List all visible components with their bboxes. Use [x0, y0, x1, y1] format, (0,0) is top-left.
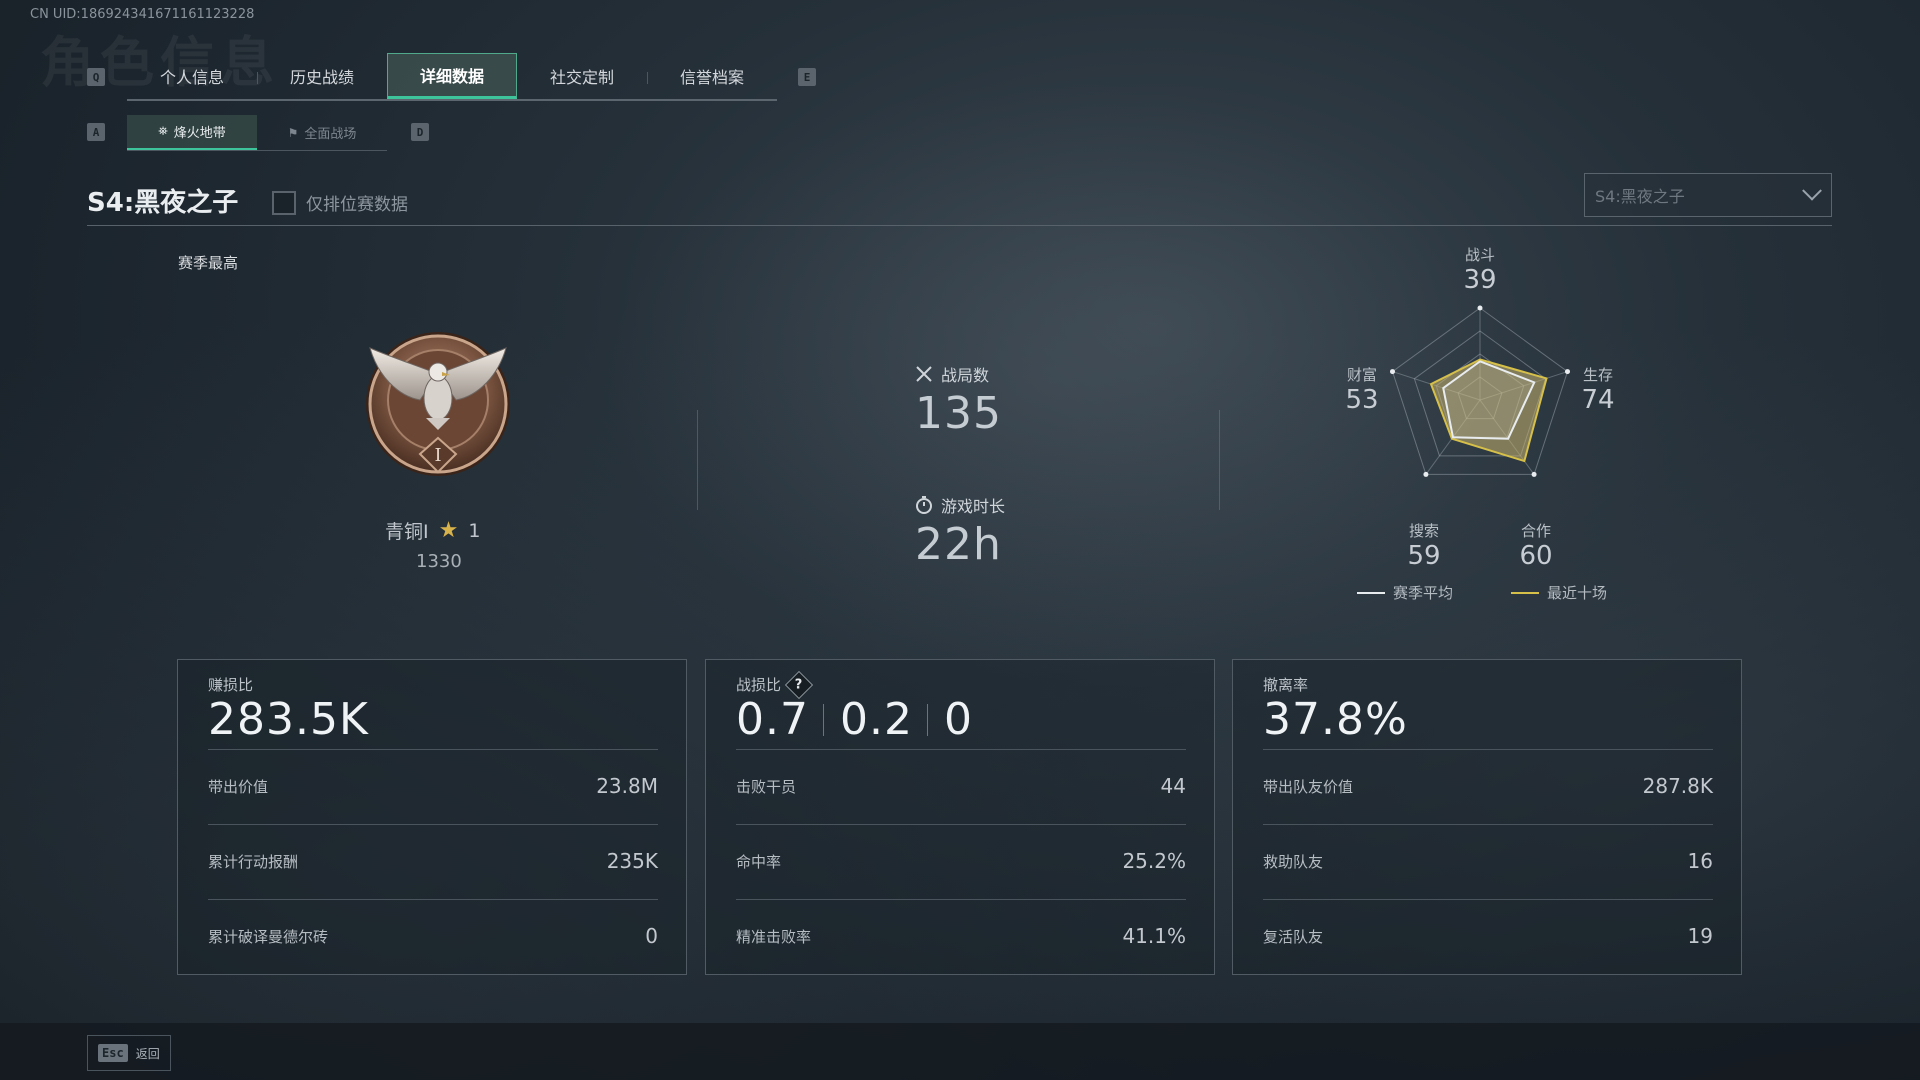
extraction-rate-card: 撤离率 37.8% 带出队友价值 287.8K 救助队友 16 复活队友 19: [1232, 659, 1742, 975]
rank-only-toggle[interactable]: 仅排位赛数据: [272, 190, 408, 215]
rank-only-label: 仅排位赛数据: [306, 195, 408, 215]
radar-label-survival: 生存 74: [1581, 366, 1615, 415]
season-best-label: 赛季最高: [178, 254, 239, 272]
section-divider: [1219, 410, 1220, 510]
radar-vertex-dot: [1531, 471, 1537, 477]
card-divider: [736, 824, 1186, 825]
mode-subtabs: ⛯ 烽火地带 ⚑ 全面战场: [127, 115, 387, 151]
satellite-icon: ⛯: [158, 124, 168, 138]
crossed-swords-icon: [916, 366, 932, 382]
tab-social-customize[interactable]: 社交定制: [517, 53, 647, 99]
radar-label-combat: 战斗 39: [1463, 246, 1497, 295]
playtime-value: 22h: [915, 519, 1002, 570]
card-row: 精准击败率 41.1%: [736, 924, 1186, 948]
legend-label: 赛季平均: [1393, 584, 1454, 602]
chevron-down-icon: [1802, 180, 1822, 201]
card-row: 复活队友 19: [1263, 924, 1713, 948]
card-divider: [208, 824, 658, 825]
rank-stars: 1: [468, 519, 481, 542]
card-row: 击败干员 44: [736, 774, 1186, 798]
tab-match-history[interactable]: 历史战绩: [257, 53, 387, 99]
radar-label-cooperation: 合作 60: [1519, 522, 1553, 571]
next-subtab-key-hint: D: [411, 123, 429, 141]
bottom-bar: [0, 1023, 1920, 1080]
card-divider: [208, 749, 658, 750]
stopwatch-icon: [916, 496, 932, 514]
card-big-value: 37.8%: [1263, 694, 1408, 745]
card-row: 带出价值 23.8M: [208, 774, 658, 798]
legend-recent-ten: 最近十场: [1511, 582, 1607, 603]
profit-loss-card: 赚损比 283.5K 带出价值 23.8M 累计行动报酬 235K 累计破译曼德尔砖…: [177, 659, 687, 975]
matches-value: 135: [915, 388, 1002, 439]
radar-vertex-dot: [1564, 369, 1570, 375]
card-divider: [208, 899, 658, 900]
legend-label: 最近十场: [1547, 584, 1608, 602]
tab-personal-info[interactable]: 个人信息: [127, 53, 257, 99]
card-divider: [736, 749, 1186, 750]
next-tab-key-hint: E: [798, 68, 816, 86]
back-button[interactable]: Esc 返回: [87, 1035, 171, 1071]
legend-swatch: [1511, 591, 1539, 594]
card-label: 战损比 ?: [736, 670, 814, 699]
esc-key-hint: Esc: [98, 1044, 128, 1062]
back-label: 返回: [135, 1046, 160, 1061]
header-divider: [87, 225, 1832, 226]
section-divider: [697, 410, 698, 510]
season-title: S4:黑夜之子: [87, 188, 239, 218]
card-row: 带出队友价值 287.8K: [1263, 774, 1713, 798]
prev-tab-key-hint: Q: [87, 68, 105, 86]
card-big-value: 283.5K: [208, 694, 369, 745]
season-select-dropdown[interactable]: S4:黑夜之子: [1584, 173, 1832, 217]
card-big-value: 0.7 0.2 0: [736, 694, 973, 745]
tab-credit-profile[interactable]: 信誉档案: [647, 53, 777, 99]
radar-vertex-dot: [1477, 305, 1483, 311]
card-row: 命中率 25.2%: [736, 849, 1186, 873]
playtime-label: 游戏时长: [941, 497, 1006, 516]
radar-vertex-dot: [1390, 369, 1396, 375]
card-row: 累计行动报酬 235K: [208, 849, 658, 873]
subtab-full-battlefield-label: 全面战场: [304, 127, 357, 142]
rank-only-checkbox[interactable]: [272, 190, 296, 215]
playtime-stat: 游戏时长 22h: [915, 493, 1005, 570]
rank-points: 1330: [416, 551, 462, 572]
prev-subtab-key-hint: A: [87, 123, 105, 141]
svg-text:I: I: [434, 445, 441, 466]
subtab-full-battlefield[interactable]: ⚑ 全面战场: [257, 115, 387, 150]
radar-label-search: 搜索 59: [1407, 522, 1441, 571]
matches-label: 战局数: [941, 366, 990, 385]
bronze-rank-badge-icon: I: [366, 332, 510, 476]
subtab-warzone-label: 烽火地带: [173, 126, 226, 141]
kd-ratio-card: 战损比 ? 0.7 0.2 0 击败干员 44 命中率 25.2% 精准击败率 41.…: [705, 659, 1215, 975]
ability-radar: 战斗 39 生存 74 合作 60 搜索 59 财富 53: [1340, 246, 1620, 571]
card-divider: [1263, 824, 1713, 825]
card-row: 救助队友 16: [1263, 849, 1713, 873]
season-select-value: S4:黑夜之子: [1595, 187, 1685, 206]
card-row: 累计破译曼德尔砖 0: [208, 924, 658, 948]
uid-label: CN UID:18692434167116112322​8: [30, 7, 255, 22]
card-label: 赚损比: [208, 676, 254, 694]
tab-detailed-data[interactable]: 详细数据: [387, 53, 517, 99]
rank-name: 青铜I: [385, 521, 429, 543]
star-icon: ★: [438, 518, 459, 543]
rank-info: 青铜I ★ 1: [385, 517, 480, 544]
card-divider: [736, 899, 1186, 900]
card-divider: [1263, 899, 1713, 900]
legend-season-average: 赛季平均: [1357, 582, 1453, 603]
crossed-flags-icon: ⚑: [287, 125, 299, 140]
subtab-warzone[interactable]: ⛯ 烽火地带: [127, 115, 257, 150]
legend-swatch: [1357, 591, 1385, 594]
main-tabs: 个人信息 历史战绩 详细数据 社交定制 信誉档案: [127, 53, 777, 101]
radar-chart: [1390, 305, 1570, 477]
matches-stat: 战局数 135: [915, 362, 1002, 439]
card-divider: [1263, 749, 1713, 750]
radar-label-wealth: 财富 53: [1345, 366, 1379, 415]
card-label: 撤离率: [1263, 676, 1309, 694]
radar-vertex-dot: [1423, 471, 1429, 477]
